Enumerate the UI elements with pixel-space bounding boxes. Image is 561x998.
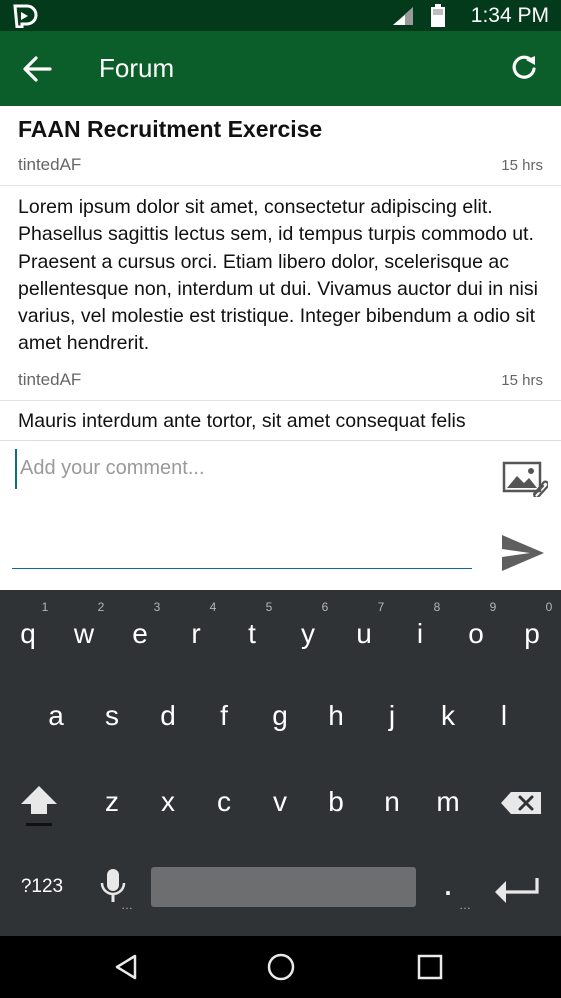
app-bar: Forum	[0, 31, 561, 106]
nav-back-icon[interactable]	[113, 953, 139, 981]
period-more-hint: …	[459, 898, 471, 912]
attach-image-icon[interactable]	[502, 461, 548, 497]
key-k[interactable]: k	[428, 700, 468, 732]
key-h[interactable]: h	[316, 700, 356, 732]
mic-more-hint: …	[121, 898, 133, 912]
key-hint: 9	[489, 600, 497, 614]
key-z[interactable]: z	[92, 786, 132, 818]
spacebar[interactable]	[151, 867, 416, 907]
key-hint: 4	[209, 600, 217, 614]
shift-icon[interactable]	[18, 783, 60, 829]
key-hint: 0	[545, 600, 553, 614]
key-y[interactable]: y	[288, 618, 328, 650]
key-m[interactable]: m	[428, 786, 468, 818]
battery-icon	[431, 4, 445, 27]
reply-text: Mauris interdum ante tortor, sit amet co…	[18, 410, 466, 432]
key-w[interactable]: w	[64, 618, 104, 650]
key-b[interactable]: b	[316, 786, 356, 818]
navigation-bar	[0, 936, 561, 998]
key-hint: 5	[265, 600, 273, 614]
post-title: FAAN Recruitment Exercise	[18, 116, 323, 142]
key-i[interactable]: i	[400, 618, 440, 650]
key-hint: 1	[41, 600, 49, 614]
key-p[interactable]: p	[512, 618, 552, 650]
key-hint: 3	[153, 600, 161, 614]
key-s[interactable]: s	[92, 700, 132, 732]
reply-time: 15 hrs	[501, 372, 543, 389]
backspace-icon[interactable]	[499, 790, 543, 816]
key-hint: 8	[433, 600, 441, 614]
nav-home-icon[interactable]	[266, 952, 296, 982]
send-icon[interactable]	[500, 533, 546, 573]
nav-recents-icon[interactable]	[416, 953, 444, 981]
key-a[interactable]: a	[36, 700, 76, 732]
key-hint: 6	[321, 600, 329, 614]
key-n[interactable]: n	[372, 786, 412, 818]
status-bar: 1:34 PM	[0, 0, 561, 31]
post-author[interactable]: tintedAF	[18, 155, 81, 175]
comment-input[interactable]	[12, 451, 472, 569]
key-hint: 2	[97, 600, 105, 614]
key-e[interactable]: e	[120, 618, 160, 650]
key-q[interactable]: q	[8, 618, 48, 650]
key-c[interactable]: c	[204, 786, 244, 818]
post-time: 15 hrs	[501, 157, 543, 174]
soft-keyboard: 1 2 3 4 5 6 7 8 9 0 q w e r t y u i o p …	[0, 590, 561, 936]
app-logo-icon	[13, 4, 38, 28]
key-f[interactable]: f	[204, 700, 244, 732]
reply-text: Lorem ipsum dolor sit amet, consectetur …	[18, 196, 538, 355]
key-hint: 7	[377, 600, 385, 614]
divider	[0, 185, 561, 186]
page-title: Forum	[99, 53, 175, 83]
key-d[interactable]: d	[148, 700, 188, 732]
key-x[interactable]: x	[148, 786, 188, 818]
key-j[interactable]: j	[372, 700, 412, 732]
text-cursor	[15, 449, 17, 489]
key-v[interactable]: v	[260, 786, 300, 818]
back-arrow-icon[interactable]	[22, 55, 52, 83]
key-r[interactable]: r	[176, 618, 216, 650]
signal-icon	[393, 7, 413, 25]
enter-icon[interactable]	[493, 875, 541, 905]
status-time: 1:34 PM	[470, 4, 549, 27]
key-l[interactable]: l	[484, 700, 524, 732]
reply-author[interactable]: tintedAF	[18, 370, 81, 390]
refresh-icon[interactable]	[509, 53, 539, 83]
key-u[interactable]: u	[344, 618, 384, 650]
divider	[0, 400, 561, 401]
key-t[interactable]: t	[232, 618, 272, 650]
symbols-key[interactable]: ?123	[14, 876, 70, 898]
comment-composer	[0, 440, 561, 591]
key-o[interactable]: o	[456, 618, 496, 650]
key-g[interactable]: g	[260, 700, 300, 732]
